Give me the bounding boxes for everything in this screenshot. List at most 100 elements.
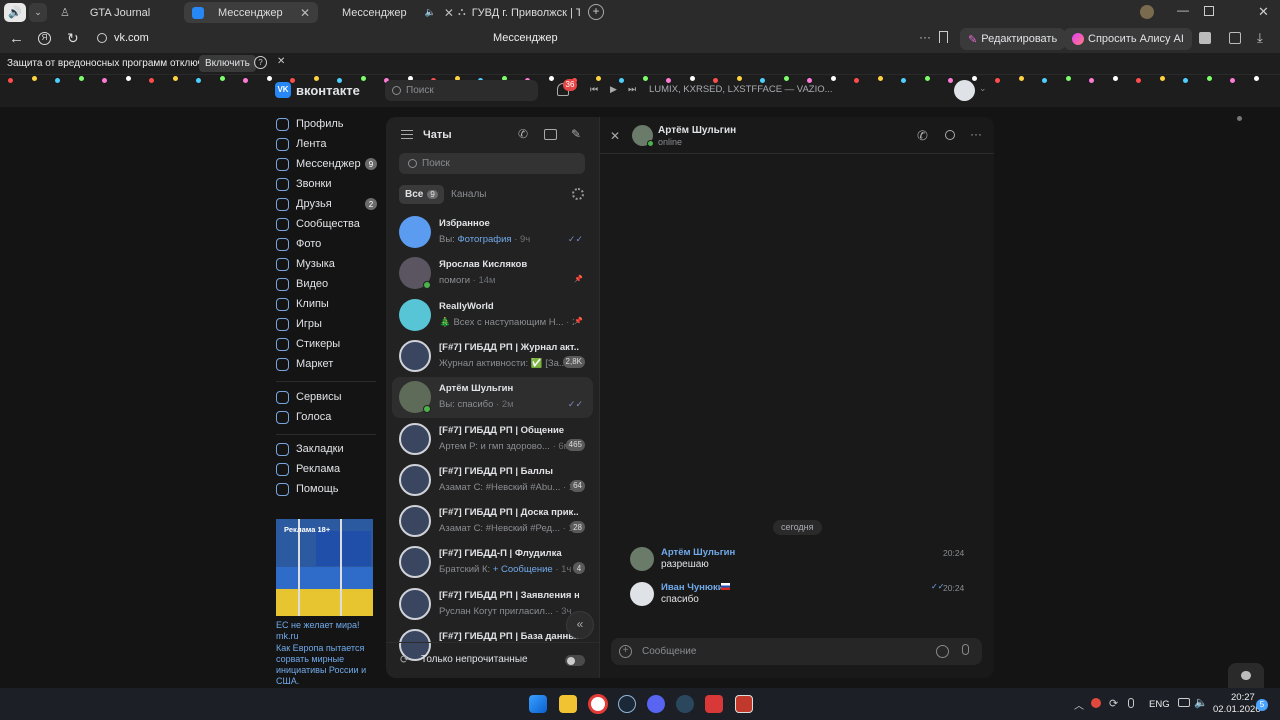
game-launcher-icon[interactable] xyxy=(705,695,723,713)
new-tab-button[interactable]: + xyxy=(588,4,604,20)
network-icon[interactable] xyxy=(1178,698,1190,707)
search-icon[interactable] xyxy=(945,130,955,140)
bookmark-icon[interactable] xyxy=(939,31,948,43)
alice-button[interactable]: Спросить Алису AI xyxy=(1064,28,1192,50)
message-author[interactable]: Артём Шульгин xyxy=(661,547,735,558)
nav-item[interactable]: Лента xyxy=(276,134,326,154)
chat-list-item[interactable]: [F#7] ГИБДД-П | Флудилка Братский К: + Со… xyxy=(392,542,593,583)
chevron-down-icon[interactable]: ⌄ xyxy=(979,83,987,94)
tray-lang[interactable]: ENG xyxy=(1149,699,1170,710)
chat-list-item[interactable]: [F#7] ГИБДД РП | Заявления н... Руслан Ко… xyxy=(392,584,593,625)
edit-button[interactable]: ✎ Редактировать xyxy=(960,28,1066,50)
chat-list-item[interactable]: Ярослав Кисляков помоги · 14м 📌 xyxy=(392,253,593,294)
downloads-icon[interactable]: ⤓ xyxy=(1257,30,1263,46)
nav-item[interactable]: Помощь xyxy=(276,479,339,499)
more-options-icon[interactable]: ··· xyxy=(970,127,982,141)
start-icon[interactable] xyxy=(529,695,547,713)
chat-list-item[interactable]: ReallyWorld 🎄 Всех с наступающим Н... · 2… xyxy=(392,295,593,336)
compose-icon[interactable]: ✎ xyxy=(571,127,581,141)
vk-logo[interactable]: VK вконтакте xyxy=(275,82,360,98)
back-arrow-icon[interactable]: ← xyxy=(9,30,24,47)
file-explorer-icon[interactable] xyxy=(559,695,577,713)
close-warning-icon[interactable]: ✕ xyxy=(277,56,285,67)
player-track[interactable]: LUMIX, KXRSED, LXSTFFACE — VAZIO... xyxy=(649,84,833,95)
archive-icon[interactable] xyxy=(544,129,557,140)
conversation-name[interactable]: Артём Шульгин xyxy=(658,125,736,136)
tab-channels[interactable]: Каналы xyxy=(451,189,487,200)
ad-text[interactable]: Как Европа пытается сорвать мирные иници… xyxy=(276,643,376,687)
tab-messenger-active[interactable]: Мессенджер ✕ xyxy=(184,2,318,23)
collections-icon[interactable] xyxy=(1229,32,1241,44)
microphone-icon[interactable] xyxy=(962,644,969,655)
emoji-icon[interactable] xyxy=(936,645,949,658)
nav-item[interactable]: Голоса xyxy=(276,407,331,427)
extensions-icon[interactable] xyxy=(1199,32,1211,44)
vk-search-input[interactable]: Поиск xyxy=(385,80,538,101)
nav-item[interactable]: Игры xyxy=(276,314,322,334)
chat-list-item[interactable]: [F#7] ГИБДД РП | Журнал акт... Журнал акт… xyxy=(392,336,593,377)
chat-list-item[interactable]: [F#7] ГИБДД РП | Баллы Азамат С: #Невский… xyxy=(392,460,593,501)
play-icon[interactable]: ▶ xyxy=(610,84,617,95)
url-field[interactable]: vk.com xyxy=(114,32,149,44)
ad-title[interactable]: ЕС не желает мира! xyxy=(276,620,360,630)
more-icon[interactable]: ··· xyxy=(919,30,931,44)
settings-gear-icon[interactable] xyxy=(572,188,584,200)
nav-item[interactable]: Маркет xyxy=(276,354,333,374)
game-launcher-icon[interactable] xyxy=(735,695,753,713)
tab-messenger[interactable]: Мессенджер 🔈 ✕ xyxy=(320,2,454,23)
previous-track-icon[interactable]: ⏮ xyxy=(590,84,598,95)
reload-icon[interactable]: ↻ xyxy=(67,30,79,47)
tab-gta-journal[interactable]: ♙ GTA Journal xyxy=(52,2,180,23)
clock-time[interactable]: 20:27 xyxy=(1231,692,1255,703)
message-avatar[interactable] xyxy=(630,547,654,571)
discord-icon[interactable] xyxy=(647,695,665,713)
nav-item[interactable]: Музыка xyxy=(276,254,335,274)
tray-app-icon[interactable] xyxy=(1091,698,1101,708)
nav-item[interactable]: Друзья xyxy=(276,194,332,214)
clock-date[interactable]: 02.01.2026 xyxy=(1213,704,1261,715)
nav-item[interactable]: Звонки xyxy=(276,174,332,194)
nav-item[interactable]: Мессенджер xyxy=(276,154,361,174)
next-track-icon[interactable]: ⏭ xyxy=(628,84,636,95)
chat-list-item[interactable]: Артём Шульгин Вы: спасибо · 2м ✓✓ xyxy=(392,377,593,419)
nav-item[interactable]: Реклама xyxy=(276,459,340,479)
profile-avatar[interactable] xyxy=(1140,5,1154,19)
steam-icon[interactable] xyxy=(618,695,636,713)
tray-microphone-icon[interactable] xyxy=(1128,698,1134,708)
nav-item[interactable]: Закладки xyxy=(276,439,344,459)
message-input[interactable]: Сообщение xyxy=(642,646,696,657)
chats-search-input[interactable]: Поиск xyxy=(399,153,585,174)
maximize-icon[interactable] xyxy=(1204,6,1214,16)
notification-count-badge[interactable]: 5 xyxy=(1256,699,1268,711)
nav-item[interactable]: Сообщества xyxy=(276,214,360,234)
nav-item[interactable]: Сервисы xyxy=(276,387,342,407)
chat-bubble-button[interactable] xyxy=(1228,663,1264,689)
nav-item[interactable]: Фото xyxy=(276,234,321,254)
enable-button[interactable]: Включить xyxy=(199,55,256,72)
site-info-icon[interactable] xyxy=(97,33,107,43)
yandex-browser-icon[interactable] xyxy=(588,694,608,714)
menu-icon[interactable] xyxy=(401,130,413,139)
ad-image[interactable]: Реклама 18+ xyxy=(276,519,373,616)
close-window-icon[interactable]: ✕ xyxy=(1258,4,1269,20)
nav-item[interactable]: Видео xyxy=(276,274,328,294)
nav-item[interactable]: Стикеры xyxy=(276,334,340,354)
yandex-icon[interactable]: Я xyxy=(38,32,51,45)
call-icon[interactable]: ✆ xyxy=(917,128,928,144)
ad-source[interactable]: mk.ru xyxy=(276,631,299,641)
audio-button[interactable]: 🔊 xyxy=(4,3,26,22)
message-author[interactable]: Иван Чунюкин xyxy=(661,582,729,593)
chat-list-item[interactable]: [F#7] ГИБДД РП | Доска прик... Азамат С: … xyxy=(392,501,593,542)
tab-guvd[interactable]: ⛬ ГУВД г. Приволжск | Тру xyxy=(450,2,588,23)
minimize-icon[interactable]: — xyxy=(1177,3,1189,17)
message-avatar[interactable] xyxy=(630,582,654,606)
chat-list-item[interactable]: [F#7] ГИБДД РП | Общение Артем Р: и гмп з… xyxy=(392,419,593,460)
collapse-panel-button[interactable]: « xyxy=(566,611,594,639)
steam-icon[interactable] xyxy=(676,695,694,713)
chat-list-item[interactable]: Избранное Вы: Фотография · 9ч ✓✓ xyxy=(392,212,593,253)
attach-icon[interactable]: + xyxy=(619,645,632,658)
nav-item[interactable]: Профиль xyxy=(276,114,344,134)
close-tab-icon[interactable]: ✕ xyxy=(300,6,310,20)
user-avatar[interactable] xyxy=(954,80,975,101)
help-icon[interactable]: ? xyxy=(254,56,267,69)
